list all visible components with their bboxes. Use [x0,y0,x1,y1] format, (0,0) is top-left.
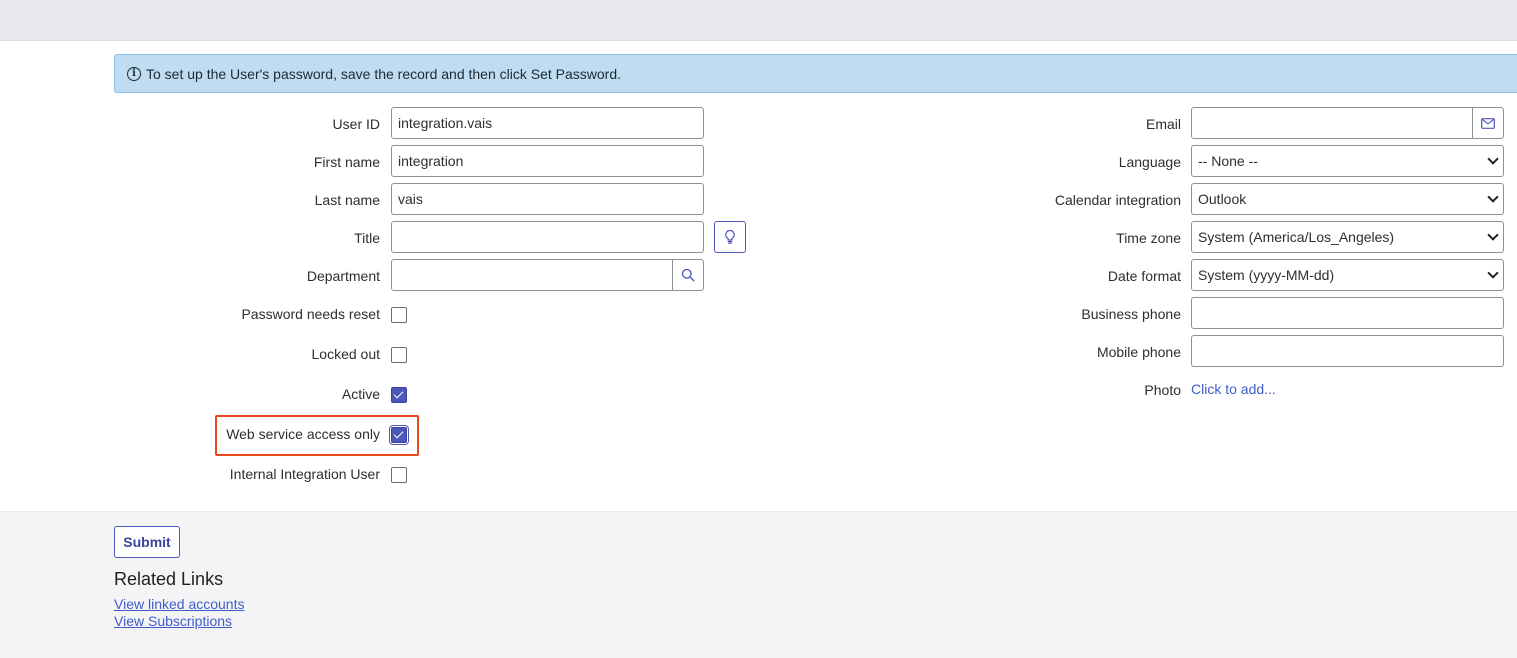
info-icon: i [127,66,141,81]
first-name-input[interactable]: integration [391,145,704,177]
department-lookup-button[interactable] [672,259,704,291]
form-footer: Submit Related Links View linked account… [0,511,1517,658]
active-label: Active [341,386,380,402]
business-phone-input[interactable] [1191,297,1504,329]
lightbulb-icon [725,229,735,244]
date-format-select[interactable]: System (yyyy-MM-dd) [1191,259,1504,291]
user-id-input[interactable]: integration.vais [391,107,704,139]
first-name-label: First name [313,154,380,170]
chevron-down-icon [1487,191,1499,203]
web-service-access-only-label: Web service access only [226,426,380,442]
language-label: Language [1118,154,1181,170]
info-banner-text: To set up the User's password, save the … [146,65,622,82]
language-select[interactable]: -- None -- [1191,145,1504,177]
chevron-down-icon [1487,267,1499,279]
chevron-down-icon [1487,153,1499,165]
info-banner: i To set up the User's password, save th… [114,54,1517,93]
title-label: Title [354,230,380,246]
time-zone-label: Time zone [1116,230,1181,246]
internal-integration-user-label: Internal Integration User [229,466,380,482]
last-name-label: Last name [314,192,380,208]
last-name-input[interactable]: vais [391,183,704,215]
envelope-icon [1481,117,1495,129]
submit-button[interactable]: Submit [114,526,180,558]
internal-integration-user-checkbox[interactable] [391,467,407,483]
web-service-access-only-checkbox[interactable] [391,427,407,443]
top-bar [0,0,1517,41]
email-label: Email [1145,116,1181,132]
view-linked-accounts-link[interactable]: View linked accounts [114,596,244,612]
calendar-integration-label: Calendar integration [1054,192,1181,208]
title-input[interactable] [391,221,704,253]
mobile-phone-label: Mobile phone [1096,344,1181,360]
mobile-phone-input[interactable] [1191,335,1504,367]
business-phone-label: Business phone [1081,306,1181,322]
title-suggestion-button[interactable] [714,221,746,253]
department-input[interactable] [391,259,673,291]
view-subscriptions-link[interactable]: View Subscriptions [114,613,232,629]
calendar-integration-select[interactable]: Outlook [1191,183,1504,215]
date-format-label: Date format [1107,268,1181,284]
related-links-title: Related Links [114,569,224,589]
locked-out-label: Locked out [311,346,381,362]
search-icon [681,268,695,282]
photo-add-link[interactable]: Click to add... [1191,381,1276,397]
chevron-down-icon [1487,229,1499,241]
locked-out-checkbox[interactable] [391,347,407,363]
photo-label: Photo [1144,382,1181,398]
email-input[interactable] [1191,107,1473,139]
active-checkbox[interactable] [391,387,407,403]
time-zone-select[interactable]: System (America/Los_Angeles) [1191,221,1504,253]
password-needs-reset-checkbox[interactable] [391,307,407,323]
password-needs-reset-label: Password needs reset [241,306,380,322]
user-id-label: User ID [332,116,380,132]
department-label: Department [306,268,380,284]
email-send-button[interactable] [1472,107,1504,139]
